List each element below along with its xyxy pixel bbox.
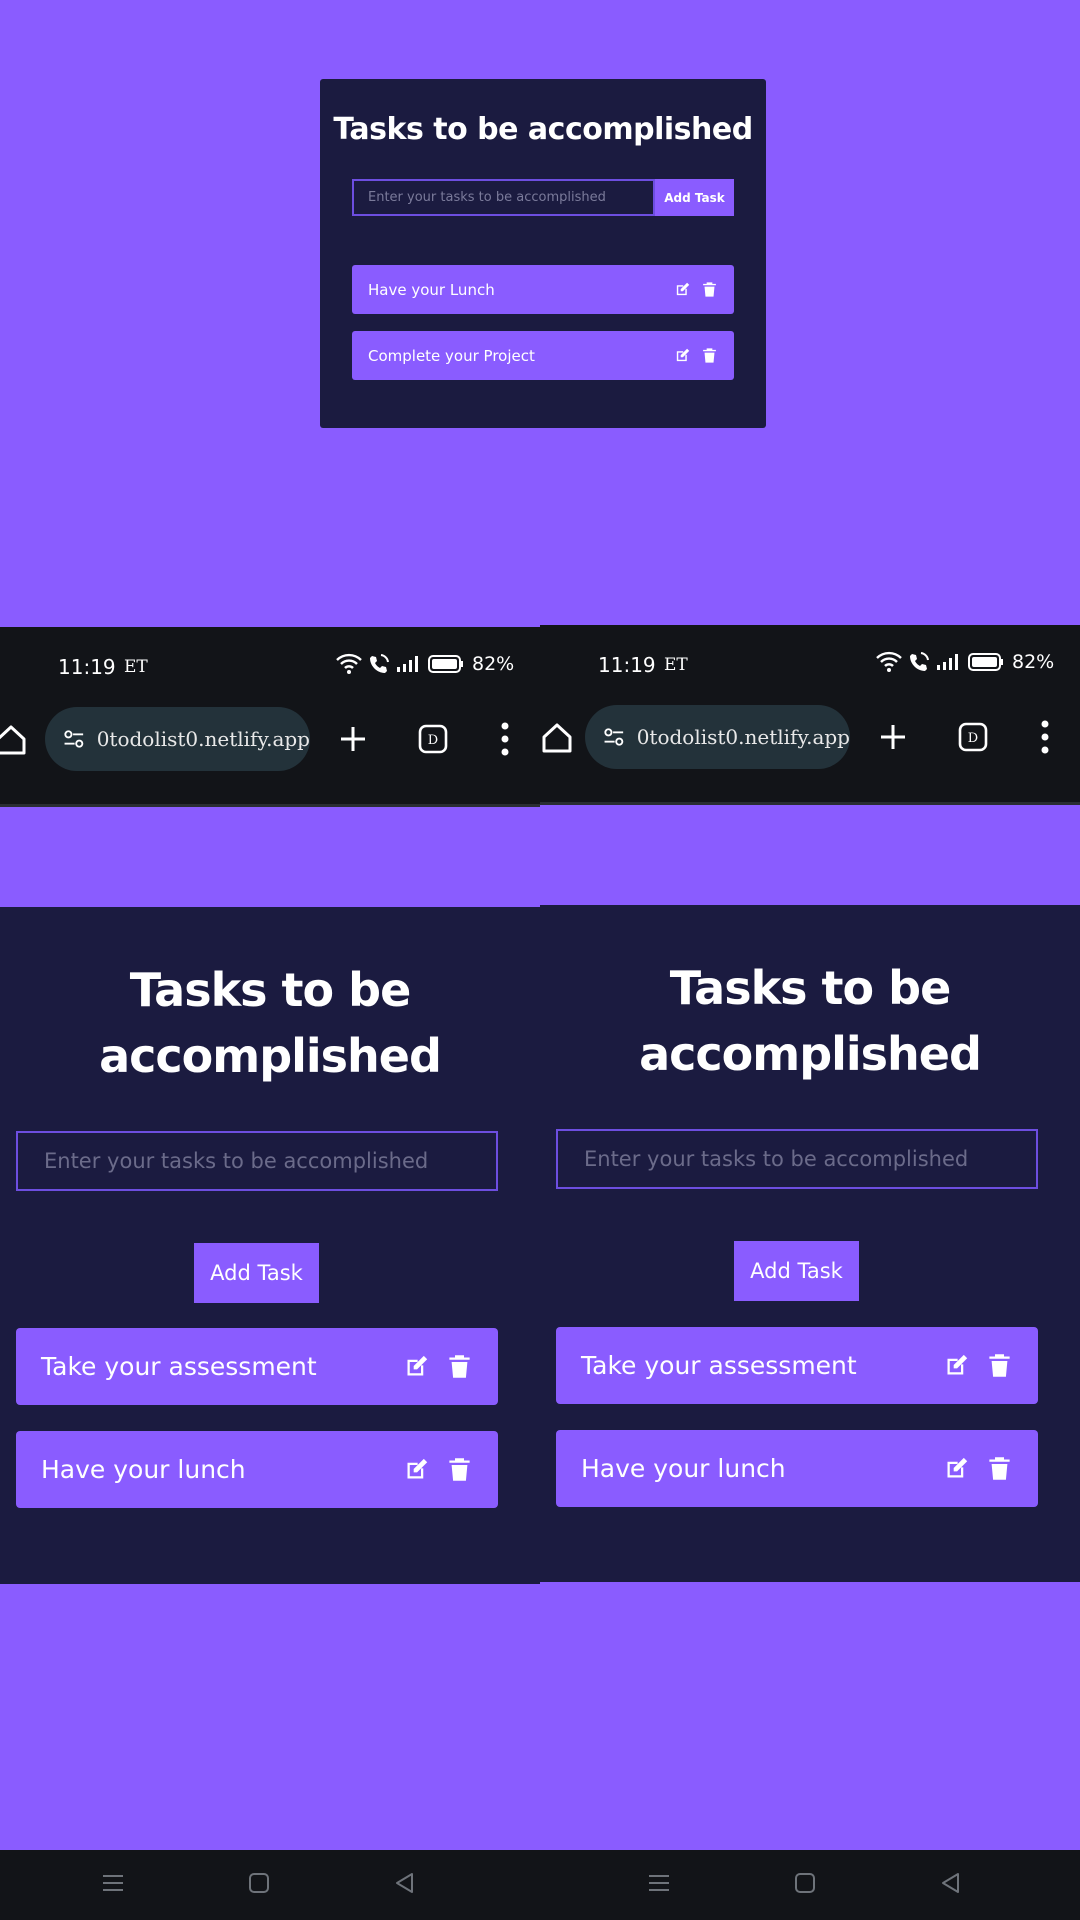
task-label: Have your lunch (41, 1455, 246, 1484)
edit-icon[interactable] (403, 1456, 430, 1483)
task-input[interactable] (352, 179, 655, 216)
more-vert-icon[interactable] (1040, 719, 1050, 755)
status-bar: 11:19 ET 82% (540, 625, 1080, 691)
task-label: Take your assessment (41, 1352, 317, 1381)
edit-icon[interactable] (943, 1352, 970, 1379)
battery-percent: 82% (1012, 651, 1055, 673)
battery-percent: 82% (472, 653, 515, 675)
task-label: Have your Lunch (368, 280, 495, 299)
trash-icon[interactable] (986, 1455, 1013, 1482)
task-item: Have your Lunch (352, 265, 734, 314)
battery-icon (968, 652, 1004, 672)
task-item: Take your assessment (16, 1328, 498, 1405)
nav-home-icon[interactable] (794, 1872, 816, 1894)
task-label: Complete your Project (368, 346, 535, 365)
add-task-button[interactable]: Add Task (734, 1241, 859, 1301)
url-text: 0todolist0.netlify.app (636, 725, 850, 749)
wifi-call-icon (368, 653, 390, 675)
tune-icon[interactable] (603, 723, 625, 751)
system-nav-bar (540, 1850, 1080, 1920)
task-label: Have your lunch (581, 1454, 786, 1483)
signal-icon (936, 653, 962, 671)
tabs-icon-label: D (968, 731, 978, 746)
url-text: 0todolist0.netlify.app (96, 727, 310, 751)
nav-menu-icon[interactable] (102, 1872, 124, 1894)
task-label: Take your assessment (581, 1351, 857, 1380)
browser-toolbar: 0todolist0.netlify.app D (540, 691, 1080, 805)
task-item: Take your assessment (556, 1327, 1038, 1404)
plus-icon[interactable] (338, 724, 368, 754)
status-time: 11:19 (58, 655, 116, 679)
status-time: 11:19 (598, 653, 656, 677)
phone-screenshot-right: 11:19 ET 82% 0todolist0.netlify.app D Ta… (540, 625, 1080, 1920)
nav-home-icon[interactable] (248, 1872, 270, 1894)
tabs-icon[interactable]: D (958, 722, 988, 752)
system-nav-bar (0, 1850, 540, 1920)
phone-screenshot-left: 11:19 ET 82% 0todolist0.netlify.app D Ta… (0, 627, 540, 1920)
address-bar[interactable]: 0todolist0.netlify.app (45, 707, 310, 771)
add-task-button[interactable]: Add Task (655, 179, 734, 216)
trash-icon[interactable] (446, 1353, 473, 1380)
trash-icon[interactable] (701, 347, 718, 364)
nav-back-icon[interactable] (940, 1872, 962, 1894)
signal-icon (396, 655, 422, 673)
more-vert-icon[interactable] (500, 721, 510, 757)
nav-menu-icon[interactable] (648, 1872, 670, 1894)
tabs-icon[interactable]: D (418, 724, 448, 754)
trash-icon[interactable] (701, 281, 718, 298)
edit-icon[interactable] (403, 1353, 430, 1380)
wifi-icon (336, 653, 362, 675)
edit-icon[interactable] (674, 281, 691, 298)
wifi-call-icon (908, 651, 930, 673)
status-bar: 11:19 ET 82% (0, 627, 540, 693)
page-title: Tasks to be accomplished (639, 961, 982, 1081)
task-input[interactable] (16, 1131, 498, 1191)
status-carrier: ET (664, 655, 688, 675)
task-item: Complete your Project (352, 331, 734, 380)
task-input[interactable] (556, 1129, 1038, 1189)
address-bar[interactable]: 0todolist0.netlify.app (585, 705, 850, 769)
edit-icon[interactable] (674, 347, 691, 364)
browser-toolbar: 0todolist0.netlify.app D (0, 693, 540, 807)
trash-icon[interactable] (446, 1456, 473, 1483)
page-title: Tasks to be accomplished (99, 963, 442, 1083)
edit-icon[interactable] (943, 1455, 970, 1482)
home-icon[interactable] (0, 723, 28, 757)
tune-icon[interactable] (63, 725, 85, 753)
status-carrier: ET (124, 657, 148, 677)
add-task-button[interactable]: Add Task (194, 1243, 319, 1303)
battery-icon (428, 654, 464, 674)
trash-icon[interactable] (986, 1352, 1013, 1379)
page-title: Tasks to be accomplished (333, 112, 753, 147)
nav-back-icon[interactable] (394, 1872, 416, 1894)
home-icon[interactable] (540, 721, 574, 755)
task-item: Have your lunch (16, 1431, 498, 1508)
plus-icon[interactable] (878, 722, 908, 752)
task-item: Have your lunch (556, 1430, 1038, 1507)
wifi-icon (876, 651, 902, 673)
tabs-icon-label: D (428, 733, 438, 748)
